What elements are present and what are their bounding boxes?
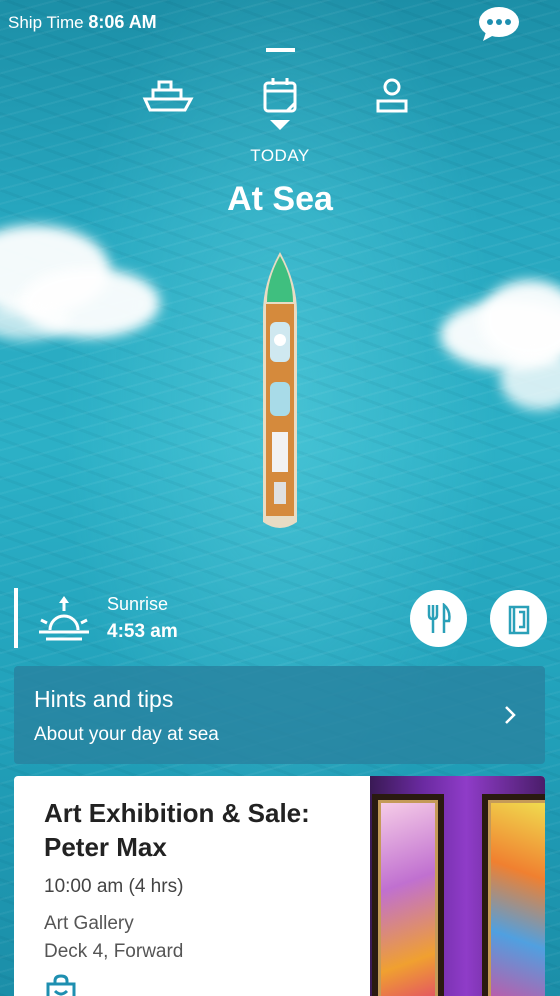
sunrise-icon	[39, 596, 89, 641]
drinks-button[interactable]	[490, 590, 547, 647]
top-navigation	[0, 48, 560, 130]
fork-knife-icon	[427, 602, 451, 633]
event-title: Art Exhibition & Sale: Peter Max	[44, 798, 310, 862]
dining-button[interactable]	[410, 590, 467, 647]
active-tab-indicator	[266, 48, 295, 52]
ship-time-label: Ship Time	[8, 13, 84, 32]
event-image	[370, 776, 545, 996]
glass-icon	[508, 605, 529, 634]
chat-bubble-icon	[479, 7, 519, 41]
event-venue: Art Gallery	[44, 913, 134, 934]
nav-calendar-button[interactable]	[252, 70, 308, 120]
sunrise-info: Sunrise 4:53 am	[14, 588, 314, 648]
nav-ship-button[interactable]	[140, 70, 196, 120]
shopping-bag-icon	[46, 974, 76, 996]
hints-title: Hints and tips	[34, 686, 174, 712]
sunrise-label: Sunrise	[107, 594, 169, 614]
ship-time-display: Ship Time 8:06 AM	[8, 12, 157, 33]
ship-icon	[142, 80, 194, 112]
chat-button[interactable]	[478, 6, 520, 42]
event-time: 10:00 am (4 hrs)	[44, 876, 184, 897]
caret-down-icon	[270, 120, 290, 130]
event-location: Deck 4, Forward	[44, 941, 184, 962]
calendar-icon	[263, 78, 297, 113]
profile-icon	[376, 78, 408, 113]
chevron-right-icon	[505, 706, 516, 724]
hints-subtitle: About your day at sea	[34, 724, 219, 745]
cruise-ship-image	[263, 252, 297, 528]
day-label: TODAY	[250, 146, 310, 165]
ship-time-value: 8:06 AM	[88, 12, 157, 32]
nav-profile-button[interactable]	[364, 70, 420, 120]
event-card[interactable]: Art Exhibition & Sale: Peter Max 10:00 a…	[14, 776, 545, 996]
sunrise-time: 4:53 am	[107, 621, 178, 642]
page-title: At Sea	[227, 180, 333, 218]
hints-and-tips-card[interactable]: Hints and tips About your day at sea	[14, 666, 545, 764]
